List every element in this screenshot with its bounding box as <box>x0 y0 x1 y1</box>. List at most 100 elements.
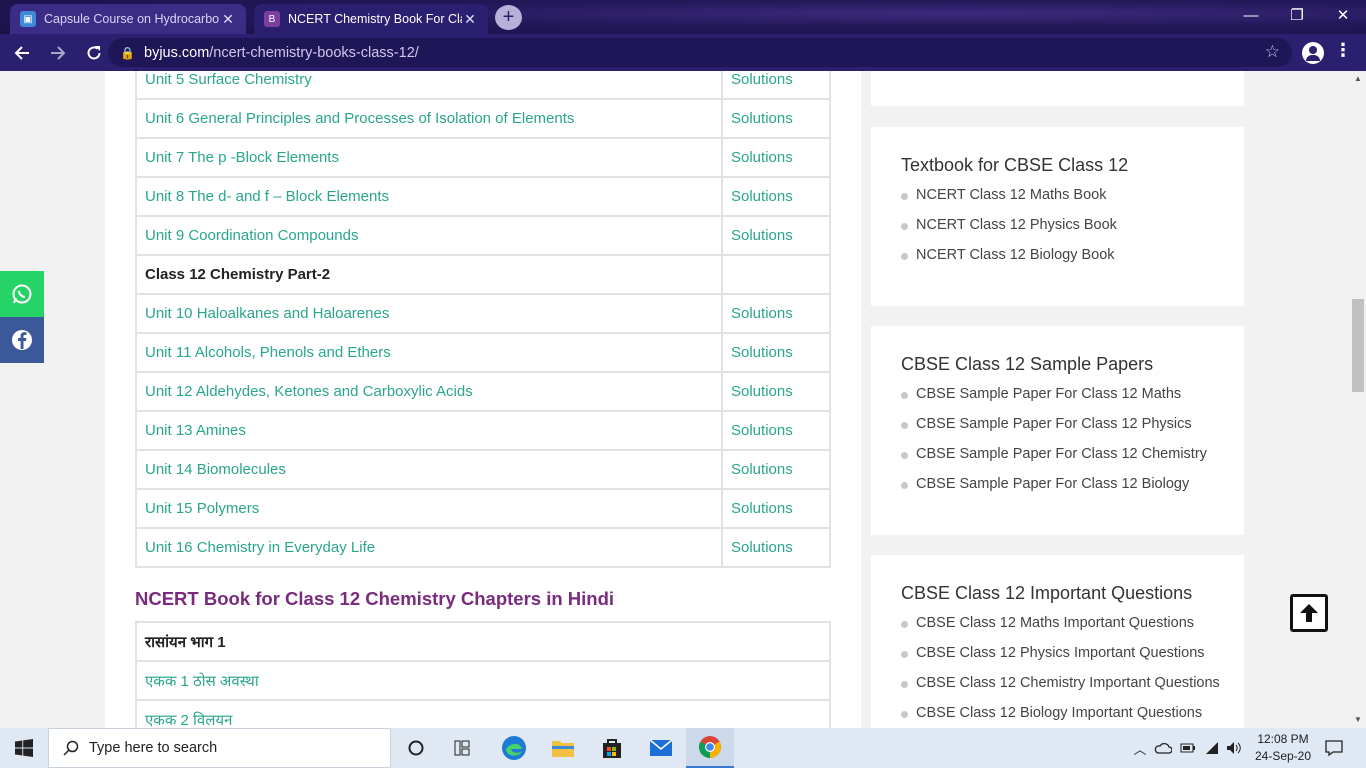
sidebar-link[interactable]: CBSE Sample Paper For Class 12 Chemistry <box>901 439 1207 469</box>
card-title: Textbook for CBSE Class 12 <box>901 155 1129 175</box>
sidebar-link[interactable]: NCERT Class 12 Physics Book <box>901 210 1117 240</box>
sidebar-link[interactable]: CBSE Class 12 Biology Important Question… <box>901 698 1220 728</box>
close-tab-icon[interactable]: ✕ <box>220 11 236 28</box>
link-label: CBSE Class 12 Physics Important Question… <box>916 645 1205 661</box>
page-viewport: Unit 5 Surface Chemistry Solutions Unit 6… <box>0 71 1350 728</box>
chapter-link[interactable]: Unit 15 Polymers <box>137 490 723 527</box>
chapter-link[interactable]: Unit 7 The p -Block Elements <box>137 139 723 176</box>
sidebar-link[interactable]: NCERT Class 12 Biology Book <box>901 240 1117 270</box>
solutions-link[interactable]: Solutions <box>723 373 829 410</box>
facebook-share-button[interactable] <box>0 317 44 363</box>
sidebar-link[interactable]: CBSE Sample Paper For Class 12 Physics <box>901 409 1207 439</box>
chrome-icon <box>699 736 721 758</box>
chapter-link[interactable]: Unit 6 General Principles and Processes … <box>137 100 723 137</box>
store-button[interactable] <box>588 728 636 768</box>
bullet-icon <box>901 681 908 688</box>
scroll-down-arrow-icon[interactable]: ▼ <box>1350 712 1366 728</box>
byjus-favicon-icon: ▣ <box>20 11 36 27</box>
new-tab-button[interactable]: + <box>495 5 522 30</box>
chapter-link[interactable]: Unit 11 Alcohols, Phenols and Ethers <box>137 334 723 371</box>
scrollbar-thumb[interactable] <box>1352 299 1364 392</box>
taskbar-clock[interactable]: 12:08 PM 24-Sep-20 <box>1248 731 1318 765</box>
solutions-link[interactable]: Solutions <box>723 334 829 371</box>
close-tab-icon[interactable]: ✕ <box>462 11 478 28</box>
chapter-link[interactable]: एकक 1 ठोस अवस्था <box>137 662 829 701</box>
windows-taskbar: Type here to search ︿ 12:08 PM 24-Sep-20 <box>0 728 1366 768</box>
chapter-link[interactable]: एकक 2 विलयन <box>137 701 829 729</box>
tab-capsule-course[interactable]: ▣ Capsule Course on Hydrocarbon ✕ <box>10 4 246 34</box>
facebook-icon <box>12 330 32 350</box>
back-to-top-button[interactable] <box>1290 594 1328 632</box>
tab-title: NCERT Chemistry Book For Class <box>288 12 462 26</box>
table-row: Unit 10 Haloalkanes and Haloarenes Soluti… <box>137 295 829 334</box>
task-view-icon <box>454 740 470 756</box>
chapter-link[interactable]: Unit 10 Haloalkanes and Haloarenes <box>137 295 723 332</box>
search-placeholder: Type here to search <box>89 740 218 756</box>
cortana-circle-icon <box>408 740 424 756</box>
chapter-link[interactable]: Unit 8 The d- and f – Block Elements <box>137 178 723 215</box>
taskbar-search-input[interactable]: Type here to search <box>48 728 391 768</box>
sidebar-link[interactable]: CBSE Sample Paper For Class 12 Biology <box>901 469 1207 499</box>
solutions-link[interactable]: Solutions <box>723 529 829 566</box>
sidebar-link[interactable]: NCERT Class 12 Maths Book <box>901 180 1117 210</box>
solutions-link[interactable]: Solutions <box>723 295 829 332</box>
chapter-link[interactable]: Unit 9 Coordination Compounds <box>137 217 723 254</box>
chapter-link[interactable]: Unit 13 Amines <box>137 412 723 449</box>
solutions-link[interactable]: Solutions <box>723 451 829 488</box>
link-label: NCERT Class 12 Maths Book <box>916 187 1107 203</box>
scroll-up-arrow-icon[interactable]: ▲ <box>1350 71 1366 87</box>
reload-button[interactable] <box>78 37 110 69</box>
page-scrollbar[interactable]: ▲ ▼ <box>1350 71 1366 728</box>
sidebar-link[interactable]: CBSE Class 12 Physics Important Question… <box>901 638 1220 668</box>
bullet-icon <box>901 223 908 230</box>
file-explorer-button[interactable] <box>539 728 587 768</box>
link-label: CBSE Class 12 Biology Important Question… <box>916 705 1203 721</box>
sidebar-link[interactable]: CBSE Sample Paper For Class 12 Maths <box>901 379 1207 409</box>
solutions-link[interactable]: Solutions <box>723 139 829 176</box>
solutions-link[interactable]: Solutions <box>723 178 829 215</box>
lock-icon: 🔒 <box>120 45 135 60</box>
bullet-icon <box>901 193 908 200</box>
link-label: CBSE Class 12 Maths Important Questions <box>916 615 1195 631</box>
menu-kebab-icon[interactable]: ⋮ <box>1334 40 1352 61</box>
whatsapp-share-button[interactable] <box>0 271 44 317</box>
chapter-link[interactable]: Unit 16 Chemistry in Everyday Life <box>137 529 723 566</box>
close-window-button[interactable]: ✕ <box>1320 0 1366 30</box>
chrome-button[interactable] <box>686 728 734 768</box>
address-bar[interactable]: 🔒 byjus.com/ncert-chemistry-books-class-… <box>108 38 1292 67</box>
start-button[interactable] <box>0 728 48 768</box>
chapter-link[interactable]: Unit 14 Biomolecules <box>137 451 723 488</box>
hindi-section-heading: NCERT Book for Class 12 Chemistry Chapte… <box>135 588 615 609</box>
chevron-up-icon[interactable]: ︿ <box>1132 739 1148 758</box>
store-bag-icon <box>603 739 621 758</box>
profile-avatar-icon[interactable] <box>1302 42 1324 64</box>
minimize-button[interactable]: — <box>1228 0 1274 30</box>
back-button[interactable] <box>6 37 38 69</box>
bookmark-star-icon[interactable]: ☆ <box>1265 42 1280 62</box>
solutions-link[interactable]: Solutions <box>723 490 829 527</box>
edge-browser-button[interactable] <box>490 728 538 768</box>
mail-button[interactable] <box>637 728 685 768</box>
action-center-button[interactable] <box>1318 728 1350 768</box>
forward-button[interactable] <box>42 37 74 69</box>
bullet-icon <box>901 482 908 489</box>
solutions-link[interactable]: Solutions <box>723 100 829 137</box>
sidebar-card-textbooks: Textbook for CBSE Class 12 NCERT Class 1… <box>871 127 1244 306</box>
chapter-link[interactable]: Unit 5 Surface Chemistry <box>137 71 723 98</box>
byjus-favicon-icon: B <box>264 11 280 27</box>
chapter-link[interactable]: Unit 12 Aldehydes, Ketones and Carboxyli… <box>137 373 723 410</box>
solutions-link[interactable]: Solutions <box>723 71 829 98</box>
sidebar-link[interactable]: CBSE Class 12 Maths Important Questions <box>901 608 1220 638</box>
solutions-link[interactable]: Solutions <box>723 412 829 449</box>
table-row: Unit 15 Polymers Solutions <box>137 490 829 529</box>
sidebar-link[interactable]: CBSE Class 12 Chemistry Important Questi… <box>901 668 1220 698</box>
task-view-button[interactable] <box>440 728 488 768</box>
volume-icon <box>1227 742 1241 754</box>
system-tray: ︿ <box>1132 728 1242 768</box>
restore-button[interactable]: ❐ <box>1274 0 1320 30</box>
main-content: Unit 5 Surface Chemistry Solutions Unit 6… <box>105 71 861 728</box>
clock-date: 24-Sep-20 <box>1254 749 1312 763</box>
tab-ncert-chemistry[interactable]: B NCERT Chemistry Book For Class ✕ <box>254 4 488 34</box>
solutions-link[interactable]: Solutions <box>723 217 829 254</box>
cortana-button[interactable] <box>392 728 440 768</box>
